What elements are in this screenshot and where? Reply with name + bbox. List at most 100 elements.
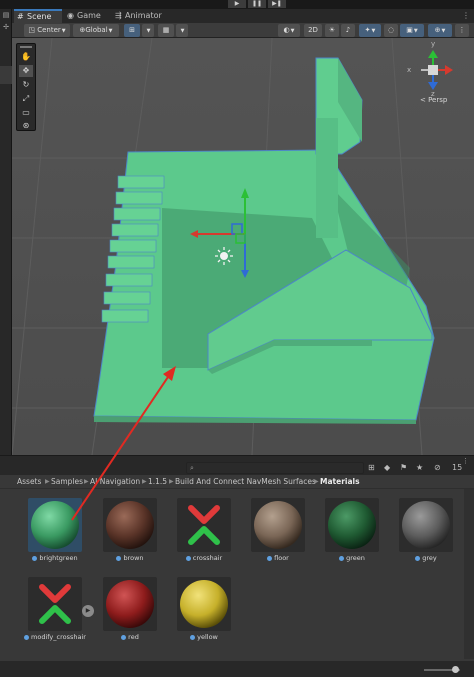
asset-red[interactable]: red bbox=[98, 573, 162, 655]
hand-tool-icon[interactable]: ✋ bbox=[19, 51, 33, 63]
breadcrumb-samples[interactable]: Samples bbox=[51, 475, 83, 489]
asset-brightgreen[interactable]: brightgreen bbox=[23, 494, 87, 576]
project-panel: ⌕ ⊞ ◆ ⚑ ★ ⊘ 15 ⋮ Assets ▶ Samples ▶ AI N… bbox=[0, 455, 474, 677]
overlay-grip[interactable] bbox=[20, 46, 32, 48]
left-dock-strip: ▤ ✢ bbox=[0, 9, 12, 455]
asset-green[interactable]: green bbox=[320, 494, 384, 576]
dock-selection-indicator bbox=[0, 66, 12, 84]
breadcrumb-assets[interactable]: Assets bbox=[17, 475, 41, 489]
more-options-icon[interactable]: ⋮ bbox=[462, 9, 470, 23]
increment-snap-icon[interactable]: ▦ bbox=[158, 24, 174, 37]
material-preview bbox=[325, 498, 379, 552]
pivot-mode-label: Center bbox=[37, 26, 61, 34]
step-icon[interactable]: ▶❚ bbox=[268, 0, 286, 8]
asset-grey[interactable]: grey bbox=[394, 494, 458, 576]
effects-icon[interactable]: ✦▼ bbox=[359, 24, 381, 37]
lighting-icon[interactable]: ☀ bbox=[325, 24, 339, 37]
grid-icon: # bbox=[17, 12, 24, 21]
increment-snap-caret-icon[interactable]: ▼ bbox=[176, 24, 188, 37]
pivot-mode-dropdown[interactable]: ◳ Center▼ bbox=[24, 24, 70, 37]
mode-2d-toggle[interactable]: 2D bbox=[304, 24, 322, 37]
material-type-icon bbox=[185, 555, 191, 561]
asset-modify-crosshair[interactable]: modify_crosshair bbox=[23, 573, 87, 655]
material-type-icon bbox=[32, 555, 38, 561]
asset-yellow[interactable]: yellow bbox=[172, 573, 236, 655]
material-type-icon bbox=[339, 555, 345, 561]
asset-floor[interactable]: floor bbox=[246, 494, 310, 576]
tab-label: Animator bbox=[125, 11, 162, 20]
grid-snap-caret-icon[interactable]: ▼ bbox=[142, 24, 154, 37]
material-type-icon bbox=[415, 555, 421, 561]
rotate-tool-icon[interactable]: ↻ bbox=[19, 79, 33, 91]
asset-scrollbar[interactable] bbox=[464, 489, 474, 659]
audio-icon[interactable]: ♪ bbox=[341, 24, 355, 37]
asset-label: yellow bbox=[166, 633, 242, 641]
search-input[interactable]: ⌕ bbox=[186, 462, 364, 474]
favorite-icon[interactable]: ★ bbox=[416, 463, 423, 472]
rect-tool-icon[interactable]: ▭ bbox=[19, 107, 33, 119]
pause-icon[interactable]: ❚❚ bbox=[248, 0, 266, 8]
overlay-icon[interactable]: ✢ bbox=[2, 23, 10, 31]
projection-label[interactable]: < Persp bbox=[420, 96, 447, 104]
asset-name: modify_crosshair bbox=[31, 633, 86, 641]
hidden-objects-icon[interactable]: ◌ bbox=[384, 24, 398, 37]
play-icon[interactable]: ▶ bbox=[228, 0, 246, 8]
camera-icon[interactable]: ▣▼ bbox=[400, 24, 424, 37]
tab-scene[interactable]: # Scene bbox=[14, 9, 62, 23]
material-preview bbox=[103, 498, 157, 552]
tab-game[interactable]: ◉ Game bbox=[64, 9, 110, 23]
draw-mode-icon[interactable]: ◐▼ bbox=[278, 24, 300, 37]
tower-base bbox=[316, 118, 338, 238]
grid-snap-icon[interactable]: ⊞ bbox=[124, 24, 140, 37]
transform-tool-icon[interactable]: ⊛ bbox=[19, 120, 33, 132]
search-by-type-icon[interactable]: ⊞ bbox=[368, 463, 375, 472]
chevron-right-icon: ▶ bbox=[84, 478, 89, 485]
material-preview bbox=[28, 498, 82, 552]
animator-icon: ⇶ bbox=[115, 11, 122, 20]
tab-label: Scene bbox=[27, 12, 52, 21]
thumbnail-size-handle[interactable] bbox=[452, 666, 459, 673]
sphere-icon bbox=[402, 501, 450, 549]
scene-view[interactable]: y x z < Persp ✋ ✥ ↻ ⤢ ▭ ⊛ bbox=[12, 38, 474, 455]
breadcrumb-version[interactable]: 1.1.5 bbox=[148, 475, 167, 489]
visibility-icon[interactable]: ⊘ bbox=[434, 463, 441, 472]
scene-toolbar: ◳ Center▼ ⊕Global▼ ⊞ ▼ ▦ ▼ ◐▼ 2D ☀ ♪ ✦▼ … bbox=[12, 23, 474, 38]
asset-label: floor bbox=[240, 554, 316, 562]
material-preview bbox=[177, 577, 231, 631]
material-preview bbox=[28, 577, 82, 631]
sphere-icon bbox=[254, 501, 302, 549]
move-tool-icon[interactable]: ✥ bbox=[19, 65, 33, 77]
filter-icon[interactable]: ⚑ bbox=[400, 463, 407, 472]
pivot-space-dropdown[interactable]: ⊕Global▼ bbox=[73, 24, 119, 37]
asset-name: green bbox=[346, 554, 365, 562]
asset-label: brown bbox=[92, 554, 168, 562]
breadcrumb-materials[interactable]: Materials bbox=[320, 475, 360, 489]
expand-asset-icon[interactable]: ▶ bbox=[82, 605, 94, 617]
hierarchy-icon[interactable]: ▤ bbox=[2, 11, 10, 19]
panel-menu-icon[interactable]: ⋮ bbox=[462, 457, 469, 465]
gizmos-icon[interactable]: ⊕▼ bbox=[428, 24, 452, 37]
chevron-right-icon: ▶ bbox=[142, 478, 147, 485]
sphere-icon bbox=[180, 580, 228, 628]
material-type-icon bbox=[267, 555, 273, 561]
asset-crosshair[interactable]: crosshair bbox=[172, 494, 236, 576]
asset-name: yellow bbox=[197, 633, 218, 641]
scale-tool-icon[interactable]: ⤢ bbox=[19, 93, 33, 105]
asset-name: brightgreen bbox=[39, 554, 78, 562]
breadcrumb-build-and-connect[interactable]: Build And Connect NavMesh Surfaces bbox=[175, 475, 316, 489]
search-by-label-icon[interactable]: ◆ bbox=[384, 463, 390, 472]
tab-label: Game bbox=[77, 11, 101, 20]
scene-canvas bbox=[12, 38, 474, 455]
scene-tabbar: # Scene ◉ Game ⇶ Animator ⋮ bbox=[12, 9, 474, 23]
tab-animator[interactable]: ⇶ Animator bbox=[112, 9, 172, 23]
breadcrumb-ai-navigation[interactable]: AI Navigation bbox=[90, 475, 140, 489]
asset-label: crosshair bbox=[166, 554, 242, 562]
material-type-icon bbox=[116, 555, 122, 561]
asset-label: red bbox=[92, 633, 168, 641]
asset-label: grey bbox=[388, 554, 464, 562]
asset-brown[interactable]: brown bbox=[98, 494, 162, 576]
sphere-icon bbox=[106, 501, 154, 549]
sphere-icon bbox=[328, 501, 376, 549]
material-type-icon bbox=[190, 634, 196, 640]
scene-view-menu-icon[interactable]: ⋮ bbox=[455, 24, 469, 37]
